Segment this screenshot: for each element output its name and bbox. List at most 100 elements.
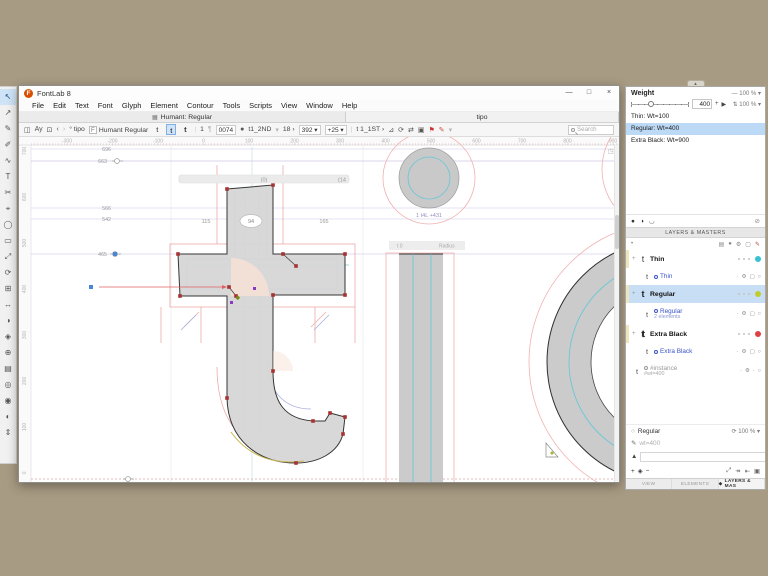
menu-text[interactable]: Text: [75, 101, 89, 110]
knife-tool-icon[interactable]: ✂: [0, 185, 16, 201]
master-color-dot[interactable]: [755, 331, 761, 337]
remove-layer-button[interactable]: −: [646, 468, 650, 475]
guides-tool-icon[interactable]: ⊞: [0, 281, 16, 297]
layer-mini-icon[interactable]: ⚙: [745, 368, 750, 374]
color-dot-icon[interactable]: ●: [240, 126, 244, 133]
layer-mini-icon[interactable]: ·: [740, 368, 742, 374]
kern-first-field[interactable]: 392 ▾: [299, 125, 321, 135]
layer-mini-icon[interactable]: ⚙: [742, 311, 747, 317]
current-layer-name[interactable]: Regular: [638, 428, 660, 435]
layer-mini-icon[interactable]: ⚙: [742, 349, 747, 355]
selected-guide-handle[interactable]: [89, 285, 93, 289]
layer-action-icon-1[interactable]: ↠: [735, 467, 740, 475]
layers-toolbar-icon-1[interactable]: ◑: [640, 218, 644, 225]
pencil-tool-icon[interactable]: ✐: [0, 137, 16, 153]
fill-tool-icon[interactable]: ◑: [0, 313, 16, 329]
master-color-dot[interactable]: [755, 291, 761, 297]
codepoint-field[interactable]: 0074: [216, 125, 236, 135]
colhead-icon-0[interactable]: ▤: [719, 241, 725, 248]
rotate-tool-icon[interactable]: ⟳: [0, 265, 16, 281]
menu-element[interactable]: Element: [150, 101, 178, 110]
master-row-regular[interactable]: +tRegular: [626, 285, 765, 303]
menu-font[interactable]: Font: [98, 101, 113, 110]
colhead-icon-2[interactable]: ⚙: [736, 241, 741, 248]
pen-tool-icon[interactable]: ✎: [0, 121, 16, 137]
instance-row[interactable]: Extra Black: Wt=900: [626, 135, 765, 147]
panel-tab-layers-mas[interactable]: ◆LAYERS & MAS: [719, 479, 765, 489]
layer-wt-field[interactable]: wt=400: [639, 440, 660, 447]
menu-help[interactable]: Help: [342, 101, 357, 110]
element-tool-icon[interactable]: ↗: [0, 105, 16, 121]
weight-value-field[interactable]: 400: [692, 99, 712, 109]
weight-play-button[interactable]: ▶: [722, 101, 727, 108]
weight-plus-button[interactable]: +: [715, 101, 719, 107]
weight-header-zoom[interactable]: — 100 % ▾: [732, 90, 761, 97]
pilcrow-icon[interactable]: ¶: [208, 126, 212, 133]
rectangle-tool-icon[interactable]: ▭: [0, 233, 16, 249]
scrollbar-thumb[interactable]: [615, 215, 619, 249]
anchor-icon[interactable]: ▲: [631, 453, 637, 460]
layer-mini-icon[interactable]: ○: [758, 311, 761, 317]
caret-down-icon-2[interactable]: ▾: [449, 126, 453, 134]
preview-tool-icon[interactable]: ◐: [0, 409, 16, 425]
layers-toolbar-icon-2[interactable]: ◡: [649, 217, 655, 225]
pan-tool-icon[interactable]: ⇕: [0, 425, 16, 441]
maximize-button[interactable]: □: [579, 86, 599, 100]
edit-pencil-icon[interactable]: ✎: [631, 439, 636, 447]
contour-tool-icon[interactable]: ↖: [0, 89, 16, 105]
forward-icon[interactable]: ›: [63, 126, 65, 133]
link-icon[interactable]: ⊘: [755, 217, 760, 225]
control-node-2[interactable]: [253, 287, 256, 290]
transform-tool-icon[interactable]: ⤢: [0, 249, 16, 265]
guide-handle-465[interactable]: [113, 252, 117, 256]
menu-view[interactable]: View: [281, 101, 297, 110]
current-glyph[interactable]: t: [166, 124, 176, 135]
layer-mini-icon[interactable]: ·: [737, 349, 739, 355]
layer-action-icon-2[interactable]: ⇤: [745, 467, 750, 475]
glyph-canvas[interactable]: -300-200-1000100200300400500600700800900…: [19, 137, 619, 482]
menu-tools[interactable]: Tools: [223, 101, 241, 110]
rotate-icon[interactable]: ⟳: [398, 126, 404, 134]
menu-file[interactable]: File: [32, 101, 44, 110]
minimize-button[interactable]: —: [559, 86, 579, 100]
zoom-tool-icon[interactable]: ◎: [0, 377, 16, 393]
kern-value-field[interactable]: +25 ▾: [325, 125, 347, 135]
layer-row-thin[interactable]: tThin·⚙▢○: [626, 268, 765, 285]
prev-glyph[interactable]: t: [152, 124, 162, 135]
tab-font-window[interactable]: ▦ Humant: Regular: [19, 112, 346, 122]
layer-mini-icon[interactable]: ○: [758, 349, 761, 355]
hand-tool-icon[interactable]: ◉: [0, 393, 16, 409]
group-first-field[interactable]: t 1_1ST ›: [356, 126, 384, 133]
tab-glyph-window[interactable]: tipo: [346, 112, 619, 122]
layer-row--instance[interactable]: t#instance#wt=400·⚙·○: [626, 360, 765, 382]
master-color-dot[interactable]: [755, 256, 761, 262]
text-content-field[interactable]: ° tipo: [69, 126, 85, 133]
layer-mini-icon[interactable]: ▢: [749, 274, 754, 280]
canvas-scrollbar[interactable]: [614, 145, 619, 482]
duplicate-layer-button[interactable]: ◈: [638, 467, 643, 475]
instance-row[interactable]: Thin: Wt=100: [626, 111, 765, 123]
layer-action-icon-3[interactable]: ▣: [754, 467, 760, 475]
flip-icon[interactable]: ⇄: [408, 126, 414, 134]
menu-edit[interactable]: Edit: [53, 101, 66, 110]
colhead-icon-3[interactable]: ▢: [745, 241, 751, 248]
layer-mini-icon[interactable]: ·: [737, 311, 739, 317]
sidebar-toggle-icon[interactable]: ◫: [24, 126, 31, 134]
panel-tab-view[interactable]: VIEW: [626, 479, 672, 489]
layer-action-icon-0[interactable]: ⤢: [726, 467, 731, 475]
control-node[interactable]: [230, 301, 233, 304]
weight-slider-knob[interactable]: [648, 101, 654, 107]
eraser-tool-icon[interactable]: ◈: [0, 329, 16, 345]
size-field[interactable]: 18 ›: [283, 126, 295, 133]
menu-scripts[interactable]: Scripts: [249, 101, 272, 110]
rapid-tool-icon[interactable]: ∿: [0, 153, 16, 169]
layer-filter-input[interactable]: [640, 452, 766, 462]
glyph-index[interactable]: 1: [200, 126, 204, 133]
layer-mini-icon[interactable]: ·: [753, 368, 755, 374]
menu-contour[interactable]: Contour: [187, 101, 214, 110]
anchor-tool-icon[interactable]: ⊕: [0, 345, 16, 361]
caret-down-icon[interactable]: ▾: [275, 126, 279, 134]
title-bar[interactable]: F FontLab 8 — □ ×: [19, 86, 619, 100]
next-glyph[interactable]: t: [180, 124, 190, 135]
search-input[interactable]: Search: [568, 125, 614, 135]
